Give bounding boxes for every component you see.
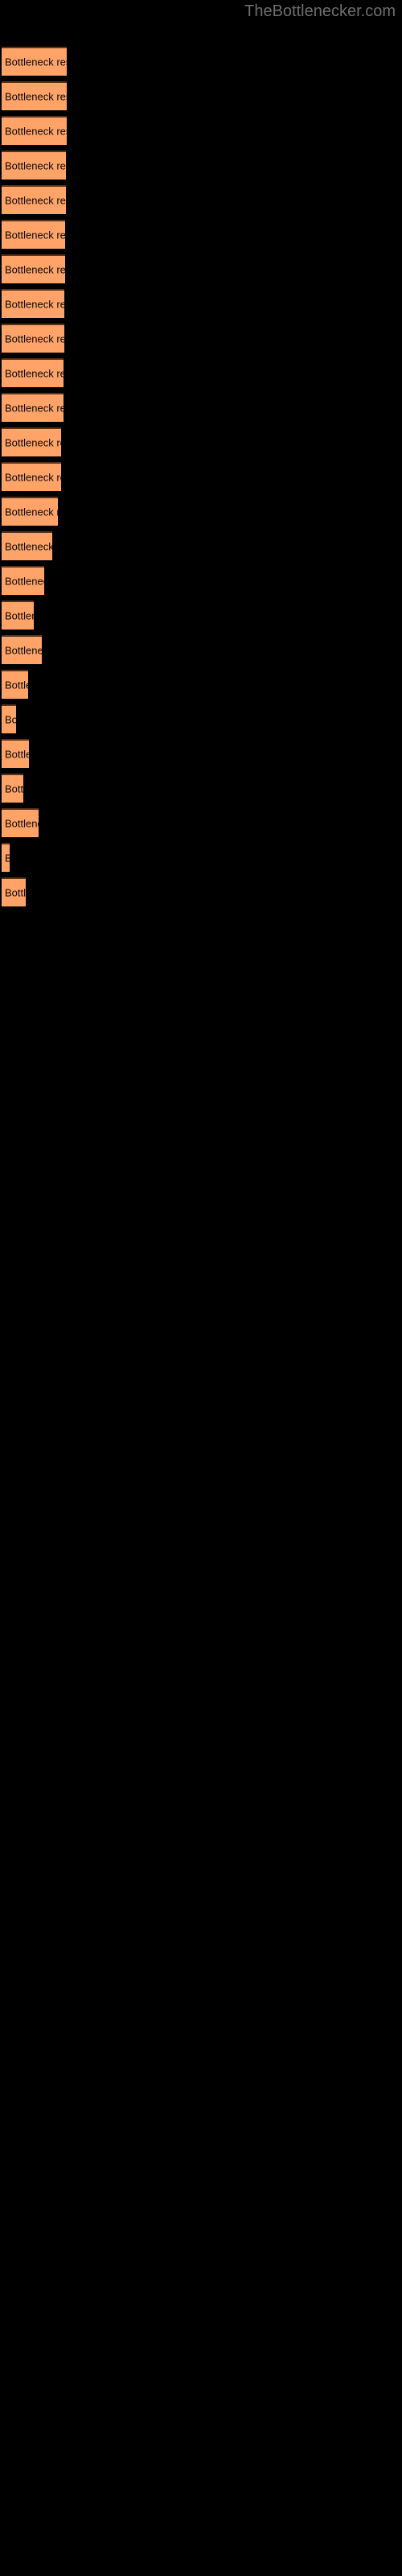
bar[interactable]: Bottleneck result xyxy=(2,808,39,837)
bar-label: Bottleneck result xyxy=(5,229,65,242)
bar-label: Bottleneck result xyxy=(5,852,10,865)
bar-row: Bottleneck result xyxy=(0,393,402,422)
bar-row: Bottleneck result xyxy=(0,81,402,110)
bar[interactable]: Bottleneck result xyxy=(2,358,64,387)
bar-label: Bottleneck result xyxy=(5,679,28,691)
bar-label: Bottleneck result xyxy=(5,575,44,588)
bar[interactable]: Bottleneck result xyxy=(2,185,66,214)
bar[interactable]: Bottleneck result xyxy=(2,47,67,76)
bar-row: Bottleneck result xyxy=(0,289,402,318)
bar-row: Bottleneck result xyxy=(0,635,402,664)
bar-label: Bottleneck result xyxy=(5,56,67,68)
bar[interactable]: Bottleneck result xyxy=(2,254,65,283)
bar-label: Bottleneck result xyxy=(5,402,64,415)
bar-row: Bottleneck result xyxy=(0,497,402,526)
bar-row: Bottleneck result xyxy=(0,185,402,214)
bar-label: Bottleneck result xyxy=(5,713,16,726)
bar-row: Bottleneck result xyxy=(0,358,402,387)
bar-row: Bottleneck result xyxy=(0,739,402,768)
bar-label: Bottleneck result xyxy=(5,609,34,622)
bar-row: Bottleneck result xyxy=(0,116,402,145)
bar-row: Bottleneck result xyxy=(0,531,402,560)
bar-label: Bottleneck result xyxy=(5,332,64,345)
bar-row: Bottleneck result xyxy=(0,774,402,803)
bar-row: Bottleneck result xyxy=(0,670,402,699)
bar[interactable]: Bottleneck result xyxy=(2,635,42,664)
bar[interactable]: Bottleneck result xyxy=(2,220,65,249)
bar[interactable]: Bottleneck result xyxy=(2,151,66,180)
bar[interactable]: Bottleneck result xyxy=(2,739,29,768)
bar-row: Bottleneck result xyxy=(0,566,402,595)
bar-label: Bottleneck result xyxy=(5,540,52,553)
bar-label: Bottleneck result xyxy=(5,817,39,830)
bar-label: Bottleneck result xyxy=(5,90,67,103)
bar[interactable]: Bottleneck result xyxy=(2,393,64,422)
bar-label: Bottleneck result xyxy=(5,782,23,795)
bar-row: Bottleneck result xyxy=(0,427,402,456)
bar-row: Bottleneck result xyxy=(0,462,402,491)
bar[interactable]: Bottleneck result xyxy=(2,877,26,906)
bar[interactable]: Bottleneck result xyxy=(2,289,64,318)
bar-row: Bottleneck result xyxy=(0,843,402,872)
bar-row: Bottleneck result xyxy=(0,151,402,180)
bar[interactable]: Bottleneck result xyxy=(2,427,61,456)
bar-label: Bottleneck result xyxy=(5,298,64,311)
bar-label: Bottleneck result xyxy=(5,367,64,380)
bar-label: Bottleneck result xyxy=(5,886,26,899)
bar-row: Bottleneck result xyxy=(0,324,402,353)
bar[interactable]: Bottleneck result xyxy=(2,843,10,872)
bar-label: Bottleneck result xyxy=(5,506,58,518)
bar-row: Bottleneck result xyxy=(0,220,402,249)
bar-row: Bottleneck result xyxy=(0,877,402,906)
bar-label: Bottleneck result xyxy=(5,194,66,207)
bar[interactable]: Bottleneck result xyxy=(2,531,52,560)
bar-label: Bottleneck result xyxy=(5,263,65,276)
bar-row: Bottleneck result xyxy=(0,601,402,630)
bar[interactable]: Bottleneck result xyxy=(2,601,34,630)
bar-row: Bottleneck result xyxy=(0,704,402,733)
bar-label: Bottleneck result xyxy=(5,644,42,657)
bar[interactable]: Bottleneck result xyxy=(2,497,58,526)
bar[interactable]: Bottleneck result xyxy=(2,324,64,353)
bar-label: Bottleneck result xyxy=(5,125,67,138)
bar[interactable]: Bottleneck result xyxy=(2,704,16,733)
bar-chart-plot-area: Bottleneck result Bottleneck result Bottle… xyxy=(0,0,402,2576)
bar[interactable]: Bottleneck result xyxy=(2,116,67,145)
bar[interactable]: Bottleneck result xyxy=(2,566,44,595)
bar-label: Bottleneck result xyxy=(5,471,61,484)
bar[interactable]: Bottleneck result xyxy=(2,774,23,803)
bar-label: Bottleneck result xyxy=(5,748,29,761)
bar-row: Bottleneck result xyxy=(0,47,402,76)
bar-row: Bottleneck result xyxy=(0,808,402,837)
bar[interactable]: Bottleneck result xyxy=(2,670,28,699)
bottleneck-chart-root: TheBottlenecker.com Bottleneck resultBot… xyxy=(0,0,402,2576)
bar-label: Bottleneck result xyxy=(5,436,61,449)
bar[interactable]: Bottleneck result xyxy=(2,462,61,491)
bar[interactable]: Bottleneck result xyxy=(2,81,67,110)
bar-label: Bottleneck result xyxy=(5,159,66,172)
bar-row: Bottleneck result xyxy=(0,254,402,283)
